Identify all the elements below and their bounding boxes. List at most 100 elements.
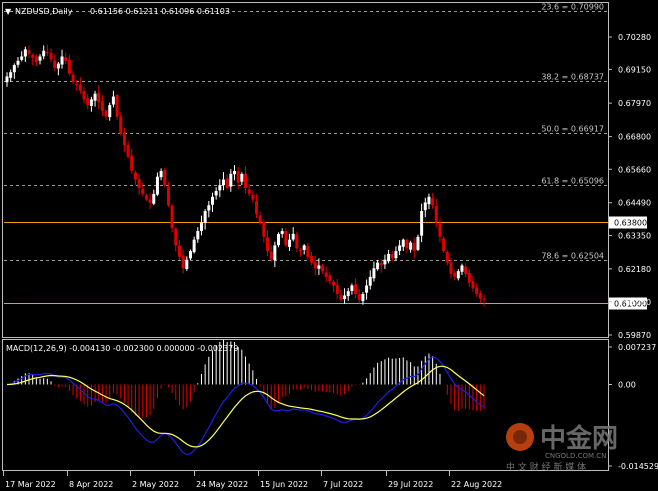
candle-body — [210, 196, 214, 205]
chart-window[interactable]: 23.6 = 0.70990 38.2 = 0.68737 50.0 = 0.669… — [0, 0, 658, 491]
candle-body — [438, 223, 442, 237]
price-tick-label: 0.63350 — [618, 231, 651, 240]
candle-body — [328, 275, 332, 282]
candle-body — [420, 211, 424, 236]
watermark-brand: 中金网 — [540, 423, 618, 454]
candle-body — [199, 222, 203, 231]
price-tick-label: 0.59870 — [618, 331, 651, 340]
candle-body — [306, 246, 310, 257]
candle-body — [159, 170, 163, 178]
macd-label: MACD(12,26,9) -0.004130 -0.002300 0.0000… — [6, 344, 238, 353]
candle-body — [449, 262, 453, 275]
candle-body — [126, 144, 130, 157]
candle-body — [460, 265, 464, 272]
candle-body — [141, 189, 145, 194]
candle-body — [467, 272, 471, 283]
level-tag-label: 0.63800 — [614, 219, 647, 228]
candle-body — [354, 284, 358, 295]
date-tick-label: 17 Mar 2022 — [5, 480, 56, 489]
candle-body — [332, 281, 336, 286]
candle-body — [365, 285, 369, 293]
price-tick-label: 0.62180 — [618, 265, 651, 274]
candle-body — [339, 294, 343, 300]
candle-body — [203, 211, 207, 223]
ohlc-readout: 0.61156 0.61211 0.61096 0.61103 — [90, 7, 230, 16]
candle-body — [86, 98, 90, 106]
candle-body — [188, 251, 192, 259]
candle-body — [177, 245, 181, 257]
candle-body — [335, 285, 339, 295]
candle-body — [284, 231, 288, 246]
date-tick-label: 2 May 2022 — [132, 480, 179, 489]
candle-body — [16, 60, 20, 65]
candle-body — [273, 245, 277, 261]
candle-body — [181, 255, 185, 269]
candle-body — [423, 202, 427, 211]
candle-body — [38, 56, 42, 61]
date-tick-label: 7 Jul 2022 — [323, 480, 363, 489]
candle-body — [119, 116, 123, 134]
candle-body — [67, 59, 71, 74]
candle-body — [251, 194, 255, 200]
candle-body — [64, 57, 68, 61]
candle-body — [144, 195, 148, 200]
candle-body — [394, 251, 398, 259]
candle-body — [269, 251, 273, 260]
fibo-label: 23.6 = 0.70990 — [541, 3, 604, 12]
candle-body — [240, 173, 244, 182]
date-tick-label: 22 Aug 2022 — [451, 480, 502, 489]
candle-body — [387, 253, 391, 262]
candle-body — [258, 215, 262, 223]
candle-body — [166, 186, 170, 206]
candle-body — [115, 94, 119, 117]
watermark-tagline: 中 文 财 经 新 媒 体 — [506, 461, 586, 473]
price-tick-label: 0.69150 — [618, 65, 651, 74]
candle-body — [310, 256, 314, 263]
candle-body — [12, 65, 16, 73]
candle-body — [163, 169, 167, 186]
candle-body — [232, 170, 236, 175]
candle-body — [346, 291, 350, 297]
candle-body — [221, 179, 225, 186]
candle-body — [214, 191, 218, 196]
candle-body — [288, 239, 292, 247]
candle-body — [295, 234, 299, 249]
candle-body — [130, 155, 134, 171]
candle-body — [343, 295, 347, 300]
price-tick-label: 0.70280 — [618, 33, 651, 42]
candle-body — [445, 251, 449, 263]
candle-body — [409, 242, 413, 250]
candle-body — [185, 259, 189, 270]
candle-body — [475, 287, 479, 295]
dropdown-arrow-icon[interactable]: ▼ — [5, 7, 12, 16]
candle-body — [236, 170, 240, 183]
candle-body — [196, 231, 200, 240]
candle-body — [321, 265, 325, 272]
candle-body — [53, 60, 57, 68]
candle-body — [155, 176, 159, 195]
candle-body — [244, 173, 247, 189]
candle-body — [313, 262, 317, 269]
candle-body — [111, 96, 115, 105]
candle-body — [34, 56, 38, 63]
candle-body — [324, 272, 328, 277]
candle-body — [207, 205, 211, 211]
candle-body — [93, 93, 97, 101]
candle-body — [9, 72, 13, 78]
price-tick-label: 0.64490 — [618, 199, 651, 208]
candle-body — [302, 245, 306, 250]
candle-body — [45, 51, 49, 53]
candle-body — [5, 76, 9, 83]
candle-body — [361, 294, 365, 302]
candle-body — [482, 298, 486, 300]
date-tick-label: 8 Apr 2022 — [69, 480, 113, 489]
candle-body — [416, 236, 420, 250]
macd-tick-label: -0.014529 — [618, 462, 658, 471]
candle-body — [122, 132, 126, 146]
candle-body — [78, 84, 82, 91]
price-tick-label: 0.67970 — [618, 99, 651, 108]
candle-body — [299, 249, 303, 252]
candle-body — [23, 49, 27, 57]
candle-body — [412, 242, 416, 252]
candle-body — [174, 228, 178, 246]
